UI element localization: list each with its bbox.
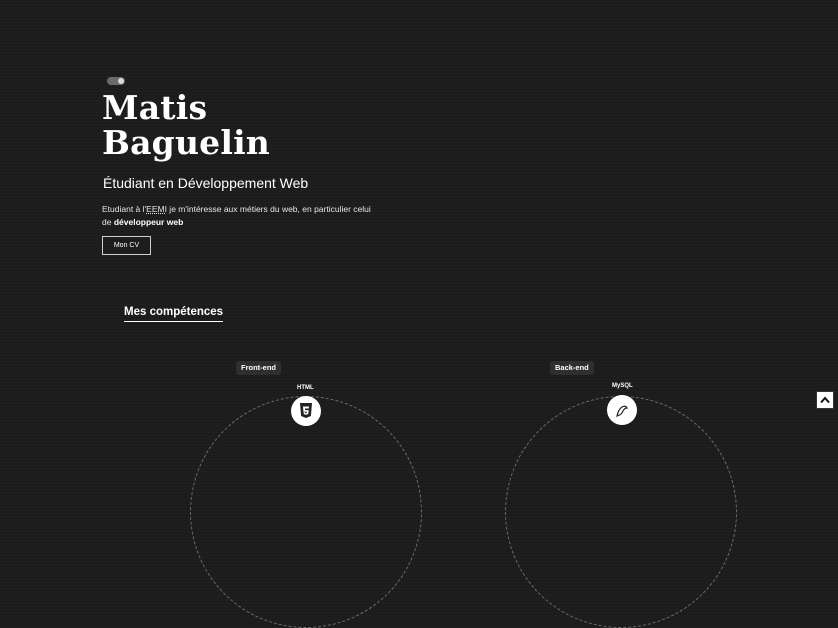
chevron-up-icon xyxy=(820,396,830,404)
cv-button[interactable]: Mon CV xyxy=(102,236,151,255)
toggle-knob xyxy=(118,78,124,84)
theme-toggle[interactable] xyxy=(107,77,125,85)
backend-orbit xyxy=(505,396,737,628)
intro-bold: développeur web xyxy=(113,217,184,227)
skill-group-frontend: Front-end xyxy=(236,361,281,375)
intro-prefix: Etudiant à l' xyxy=(102,204,147,214)
hero-name: Matis Baguelin xyxy=(102,90,270,160)
hero-subtitle: Étudiant en Développement Web xyxy=(103,175,309,191)
html5-glyph xyxy=(300,403,312,418)
skills-title: Mes compétences xyxy=(124,306,224,322)
first-name: Matis xyxy=(102,88,208,127)
tech-label-mysql: MySQL xyxy=(612,383,633,389)
html5-icon[interactable] xyxy=(291,396,321,426)
mysql-glyph xyxy=(616,405,628,417)
intro-abbr: EEMI xyxy=(146,204,167,214)
skill-group-backend: Back-end xyxy=(550,361,594,375)
last-name: Baguelin xyxy=(102,123,271,162)
scroll-top-button[interactable] xyxy=(816,391,834,409)
mysql-icon[interactable] xyxy=(607,395,637,425)
tech-label-html: HTML xyxy=(297,385,314,391)
frontend-orbit xyxy=(190,396,422,628)
hero-intro: Etudiant à l'EEMI je m'intéresse aux mét… xyxy=(102,203,382,229)
